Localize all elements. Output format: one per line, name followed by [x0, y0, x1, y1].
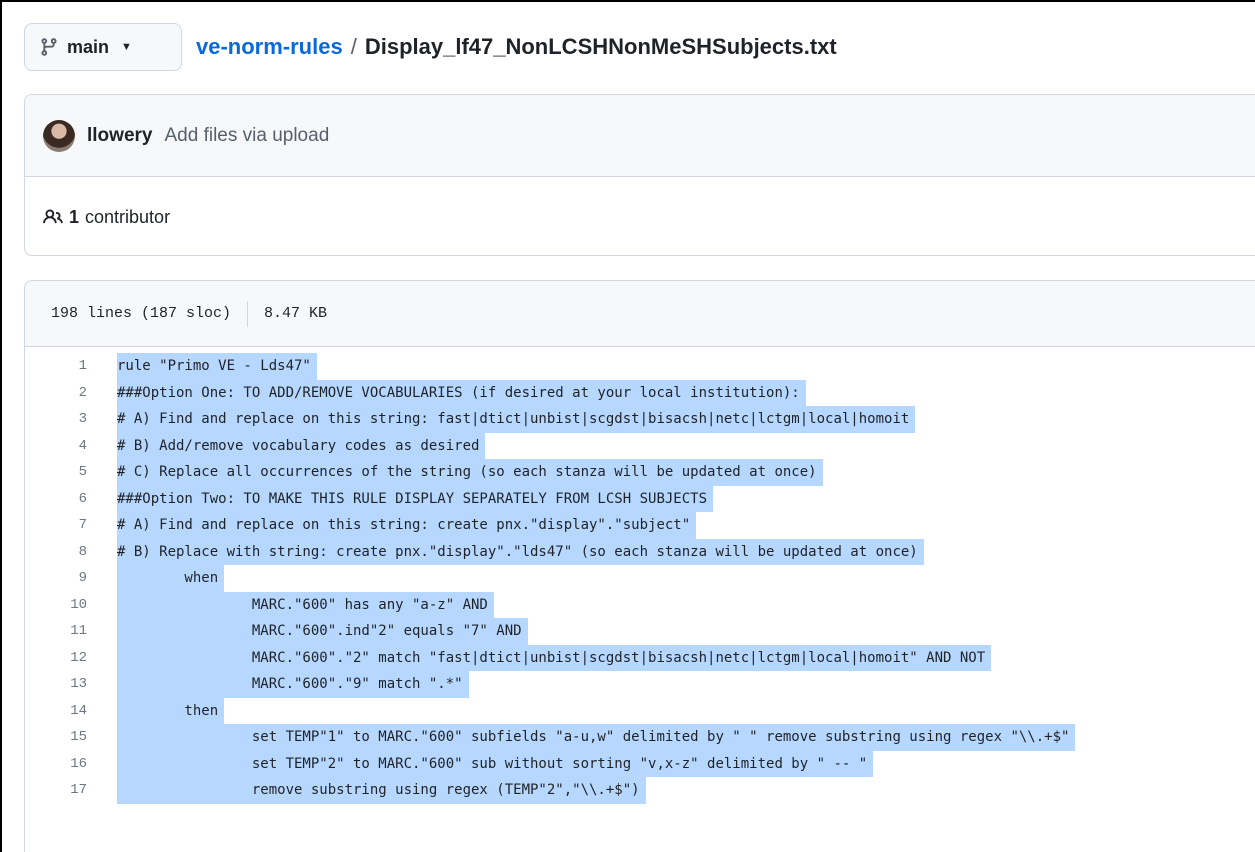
commit-message[interactable]: Add files via upload	[164, 125, 329, 147]
line-number[interactable]: 11	[25, 623, 117, 639]
line-content: # B) Add/remove vocabulary codes as desi…	[117, 432, 486, 459]
line-content: MARC."600".ind"2" equals "7" AND	[117, 618, 528, 645]
code-line: 16 set TEMP"2" to MARC."600" sub without…	[25, 750, 1255, 777]
line-content: # A) Find and replace on this string: cr…	[117, 512, 697, 539]
line-number[interactable]: 9	[25, 570, 117, 586]
line-count: 198 lines (187 sloc)	[51, 305, 232, 322]
line-content: MARC."600" has any "a-z" AND	[117, 591, 494, 618]
line-content: rule "Primo VE - Lds47"	[117, 353, 317, 380]
code-line: 4 # B) Add/remove vocabulary codes as des…	[25, 432, 1255, 459]
line-number[interactable]: 17	[25, 782, 117, 798]
line-number[interactable]: 3	[25, 411, 117, 427]
line-content: when	[117, 565, 225, 592]
code-line: 5 # C) Replace all occurrences of the str…	[25, 459, 1255, 486]
line-content: ###Option One: TO ADD/REMOVE VOCABULARIE…	[117, 379, 806, 406]
line-number[interactable]: 15	[25, 729, 117, 745]
code-line: 15 set TEMP"1" to MARC."600" subfields "…	[25, 724, 1255, 751]
line-number[interactable]: 5	[25, 464, 117, 480]
commit-row: llowery Add files via upload	[25, 95, 1255, 177]
code-line: 6 ###Option Two: TO MAKE THIS RULE DISPLA…	[25, 485, 1255, 512]
line-content: MARC."600"."9" match ".*"	[117, 671, 469, 698]
contributor-label: contributor	[85, 206, 171, 227]
people-icon	[43, 207, 63, 227]
chevron-down-icon: ▼	[121, 41, 132, 53]
code-line: 7 # A) Find and replace on this string: c…	[25, 512, 1255, 539]
line-number[interactable]: 16	[25, 756, 117, 772]
code-line: 14 then	[25, 697, 1255, 724]
branch-select-button[interactable]: main ▼	[24, 23, 182, 71]
line-content: # C) Replace all occurrences of the stri…	[117, 459, 823, 486]
repo-link[interactable]: ve-norm-rules	[196, 34, 343, 60]
line-number[interactable]: 1	[25, 358, 117, 374]
code-line: 13 MARC."600"."9" match ".*"	[25, 671, 1255, 698]
line-content: # B) Replace with string: create pnx."di…	[117, 538, 924, 565]
breadcrumb-separator: /	[350, 34, 357, 59]
code-line: 8 # B) Replace with string: create pnx."d…	[25, 538, 1255, 565]
line-number[interactable]: 7	[25, 517, 117, 533]
file-size: 8.47 KB	[264, 305, 328, 322]
avatar[interactable]	[43, 119, 75, 152]
git-branch-icon	[39, 37, 59, 57]
file-info-header: 198 lines (187 sloc) 8.47 KB	[25, 281, 1255, 347]
latest-commit-box: llowery Add files via upload 1 contribut…	[24, 94, 1255, 256]
code-line: 3 # A) Find and replace on this string: f…	[25, 406, 1255, 433]
branch-name: main	[67, 36, 110, 57]
commit-author[interactable]: llowery	[87, 125, 152, 147]
divider	[247, 300, 249, 327]
line-content: # A) Find and replace on this string: fa…	[117, 406, 916, 433]
line-number[interactable]: 14	[25, 703, 117, 719]
line-content: then	[117, 697, 225, 724]
line-number[interactable]: 12	[25, 650, 117, 666]
line-number[interactable]: 13	[25, 676, 117, 692]
line-number[interactable]: 4	[25, 438, 117, 454]
code-line: 1 rule "Primo VE - Lds47"	[25, 353, 1255, 380]
line-content: remove substring using regex (TEMP"2","\…	[117, 777, 646, 804]
line-number[interactable]: 6	[25, 491, 117, 507]
line-content: set TEMP"2" to MARC."600" sub without so…	[117, 750, 874, 777]
code-body[interactable]: 1 rule "Primo VE - Lds47" 2 ###Option One: …	[25, 347, 1255, 804]
line-number[interactable]: 8	[25, 544, 117, 560]
line-number[interactable]: 2	[25, 385, 117, 401]
contributor-count: 1	[69, 206, 80, 227]
code-line: 11 MARC."600".ind"2" equals "7" AND	[25, 618, 1255, 645]
line-content: ###Option Two: TO MAKE THIS RULE DISPLAY…	[117, 485, 714, 512]
code-line: 12 MARC."600"."2" match "fast|dtict|unbi…	[25, 644, 1255, 671]
line-number[interactable]: 10	[25, 597, 117, 613]
contributors-row[interactable]: 1 contributor	[25, 177, 1255, 255]
code-line: 2 ###Option One: TO ADD/REMOVE VOCABULARI…	[25, 379, 1255, 406]
breadcrumb: ve-norm-rules / Display_lf47_NonLCSHNonM…	[196, 34, 837, 60]
code-line: 9 when	[25, 565, 1255, 592]
line-content: set TEMP"1" to MARC."600" subfields "a-u…	[117, 724, 1076, 751]
line-content: MARC."600"."2" match "fast|dtict|unbist|…	[117, 644, 992, 671]
file-navigation: main ▼ ve-norm-rules / Display_lf47_NonL…	[24, 22, 837, 72]
file-viewer: 198 lines (187 sloc) 8.47 KB 1 rule "Prim…	[24, 280, 1255, 852]
file-name: Display_lf47_NonLCSHNonMeSHSubjects.txt	[364, 34, 837, 59]
code-line: 10 MARC."600" has any "a-z" AND	[25, 591, 1255, 618]
code-line: 17 remove substring using regex (TEMP"2"…	[25, 777, 1255, 804]
